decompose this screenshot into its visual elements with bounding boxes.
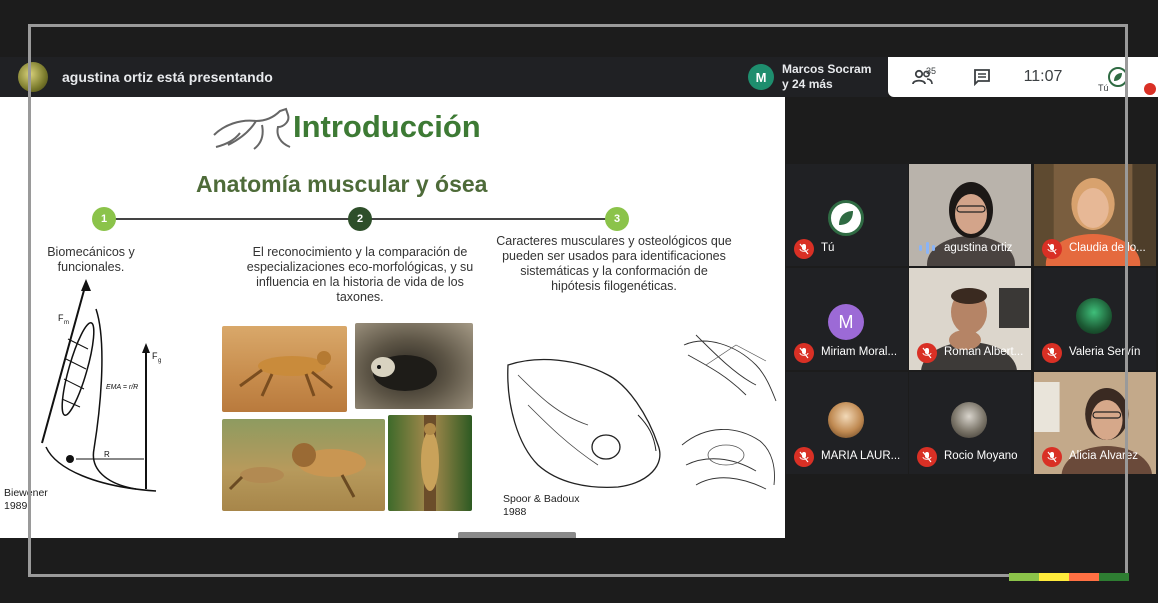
presenter-avatar: [18, 62, 48, 92]
slide-title: Introducción: [293, 109, 481, 144]
citation-spoor-badoux: Spoor & Badoux 1988: [503, 493, 580, 518]
avatar: M: [748, 64, 774, 90]
force-ground-subscript: g: [158, 358, 161, 364]
participant-tile[interactable]: Tú: [786, 164, 908, 266]
mic-off-icon: [794, 239, 814, 259]
point-1-text: Biomecánicos y funcionales.: [47, 245, 135, 274]
others-count: y 24 más: [782, 77, 833, 91]
presenter-status: agustina ortiz está presentando: [62, 69, 273, 85]
color-bar-segment: [1099, 573, 1129, 581]
participant-name: agustina ortiz: [944, 242, 1013, 254]
mic-off-icon: [917, 447, 937, 467]
participant-name: Rocio Moyano: [944, 450, 1018, 462]
speaking-icon: [919, 242, 935, 254]
avatar: [828, 200, 864, 236]
participant-tile[interactable]: Rocio Moyano: [909, 372, 1031, 474]
avatar: [1108, 67, 1128, 87]
muscle-attachment-drawing-bottom: [681, 429, 775, 490]
cheetah-running-photo: [222, 326, 347, 412]
feline-outline-icon: [213, 107, 291, 150]
color-bar-segment: [1069, 573, 1099, 581]
people-button[interactable]: 35: [888, 57, 956, 97]
mic-off-icon: [917, 343, 937, 363]
participant-tile[interactable]: Claudia de lo...: [1034, 164, 1156, 266]
leaf-icon: [839, 211, 853, 225]
participant-grid: Tú agustina ortiz Claudia de lo... M Mir…: [786, 164, 1158, 474]
participant-tile[interactable]: M Miriam Moral...: [786, 268, 908, 370]
avatar: [1076, 298, 1112, 334]
people-count: 35: [926, 66, 937, 76]
avatar: [828, 402, 864, 438]
others-name: Marcos Socram: [782, 62, 872, 76]
timeline-step-1: 1: [92, 207, 116, 231]
mic-off-icon: [1042, 239, 1062, 259]
timeline-step-2: 2: [348, 207, 372, 231]
timeline-step-3: 3: [605, 207, 629, 231]
meet-window: agustina ortiz está presentando M Marcos…: [0, 0, 1158, 603]
lever-r-label: R: [104, 450, 110, 459]
mic-off-icon: [794, 343, 814, 363]
participant-tile[interactable]: Valeria Servín: [1034, 268, 1156, 370]
mic-off-icon: [794, 447, 814, 467]
point-2-text: El reconocimiento y la comparación de es…: [246, 245, 474, 304]
mic-off-icon: [1042, 447, 1062, 467]
avatar: [951, 402, 987, 438]
color-bar-segment: [1009, 573, 1039, 581]
participant-name: Roman Albert...: [944, 346, 1024, 358]
self-view-button[interactable]: Tú: [1078, 57, 1158, 97]
participant-name: Valeria Servín: [1069, 346, 1141, 358]
brand-color-bar: [1009, 573, 1129, 581]
meeting-controls: 35 11:07 Tú: [888, 57, 1158, 97]
color-bar-segment: [1039, 573, 1069, 581]
meeting-clock: 11:07: [1023, 68, 1063, 85]
leopard-tree-photo: [388, 415, 472, 511]
participant-tile[interactable]: Alicia Álvarez: [1034, 372, 1156, 474]
pelvis-osteology-drawing: [507, 358, 661, 489]
participant-tile[interactable]: agustina ortiz: [909, 164, 1031, 266]
slide-controls-tab[interactable]: [458, 532, 576, 538]
ema-label: EMA = r/R: [106, 384, 138, 391]
presentation-slide: Introducción Anatomía muscular y ósea 1 …: [0, 97, 785, 538]
mic-off-icon: [1144, 83, 1156, 95]
participant-name: Tú: [821, 242, 835, 254]
avatar: M: [828, 304, 864, 340]
chat-icon: [974, 69, 990, 86]
participant-name: MARIA LAUR...: [821, 450, 901, 462]
participant-name: Miriam Moral...: [821, 346, 898, 358]
chat-button[interactable]: [956, 57, 1008, 97]
leaf-icon: [1114, 73, 1122, 81]
honey-badger-photo: [355, 323, 473, 409]
force-muscle-subscript: m: [64, 320, 69, 326]
point-3-text: Caracteres musculares y osteológicos que…: [496, 234, 732, 293]
lion-hunting-photo: [222, 419, 385, 511]
muscle-attachment-drawing-top: [683, 334, 777, 402]
participant-name: Alicia Álvarez: [1069, 450, 1139, 462]
citation-biewener: Biewener 1989: [4, 487, 48, 512]
other-participants-chip[interactable]: M Marcos Socram y 24 más: [742, 57, 888, 97]
slide-subtitle: Anatomía muscular y ósea: [196, 171, 488, 197]
participant-tile[interactable]: MARIA LAUR...: [786, 372, 908, 474]
presenter-bar: agustina ortiz está presentando: [0, 57, 742, 97]
self-label: Tú: [1098, 83, 1109, 93]
participant-name: Claudia de lo...: [1069, 242, 1146, 254]
mic-off-icon: [1042, 343, 1062, 363]
limb-biomechanics-diagram: F m EMA = r/R R F g: [41, 279, 161, 492]
participant-tile[interactable]: Roman Albert...: [909, 268, 1031, 370]
